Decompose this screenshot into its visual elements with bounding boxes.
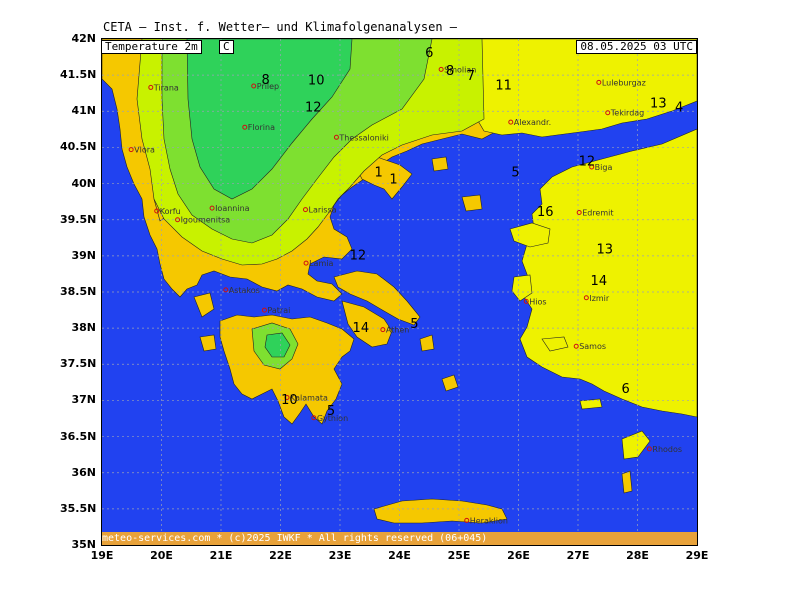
city-label: Thessaloniki <box>338 133 388 142</box>
longitude-tick-label: 20E <box>150 549 173 562</box>
copyright-footer: meteo-services.com * (c)2025 IWKF * All … <box>102 532 697 545</box>
contour-value-label: 14 <box>353 321 370 336</box>
contour-value-label: 5 <box>511 165 519 180</box>
city-label: Edremit <box>582 208 613 217</box>
city-label: Tekirdag <box>610 109 645 118</box>
contour-value-label: 1 <box>389 173 397 188</box>
longitude-tick-label: 19E <box>90 549 114 562</box>
contour-value-label: 14 <box>591 274 608 289</box>
latitude-tick-label: 41.5N <box>60 68 97 82</box>
city-label: Athen <box>386 326 410 335</box>
map-title: CETA — Inst. f. Wetter— und Klimafolgena… <box>103 20 458 34</box>
latitude-tick-label: 41N <box>71 104 96 118</box>
latitude-tick-label: 40.5N <box>60 140 97 154</box>
city-label: Hios <box>529 297 546 306</box>
contour-value-label: 8 <box>261 73 269 88</box>
contour-value-label: 12 <box>350 248 367 263</box>
contour-value-label: 5 <box>327 404 335 419</box>
city-label: Rhodos <box>652 445 682 454</box>
latitude-tick-label: 42N <box>71 32 96 45</box>
contour-value-label: 13 <box>650 97 667 112</box>
city-label: Lamia <box>309 259 333 268</box>
thasos-island <box>431 156 449 172</box>
city-label: Igoumenitsa <box>181 216 231 225</box>
karpathos-island <box>621 470 633 494</box>
longitude-tick-label: 28E <box>626 549 649 562</box>
longitude-tick-label: 25E <box>447 549 471 562</box>
city-label: Alexandr. <box>514 118 551 127</box>
city-label: Ioannina <box>215 204 250 213</box>
contour-value-label: 6 <box>621 382 629 397</box>
contour-value-label: 12 <box>579 155 596 170</box>
contour-value-label: 11 <box>495 79 512 94</box>
latitude-tick-label: 36.5N <box>60 429 97 443</box>
latitude-tick-label: 38.5N <box>60 285 97 298</box>
latitude-tick-label: 40N <box>71 176 96 190</box>
latitude-tick-label: 39.5N <box>60 212 97 226</box>
city-label: Korfu <box>160 207 181 216</box>
city-label: Biga <box>595 163 613 172</box>
variable-label: Temperature 2m <box>101 40 202 54</box>
contour-value-label: 8 <box>446 64 454 79</box>
contour-value-label: 12 <box>305 100 322 115</box>
contour-value-label: 13 <box>597 243 614 258</box>
latitude-tick-label: 37N <box>71 393 96 407</box>
latitude-tick-label: 38N <box>71 321 96 335</box>
latitude-tick-label: 37.5N <box>60 357 97 371</box>
longitude-tick-label: 22E <box>269 549 292 562</box>
city-label: Luleburgaz <box>602 78 646 87</box>
weather-map: TiranaVloraPrilepFlorinaSmolianThessalon… <box>102 39 697 545</box>
unit-label: C <box>219 40 234 54</box>
longitude-tick-label: 24E <box>388 549 411 562</box>
longitude-tick-label: 29E <box>685 549 709 562</box>
city-label: Izmir <box>589 294 610 303</box>
city-label: Florina <box>248 123 275 132</box>
contour-value-label: 10 <box>281 393 298 408</box>
latitude-tick-label: 35.5N <box>60 501 97 515</box>
contour-value-label: 4 <box>675 100 683 115</box>
latitude-tick-label: 39N <box>71 248 96 262</box>
map-info-bar: Temperature 2m C 08.05.2025 03 UTC <box>101 40 697 54</box>
longitude-tick-label: 23E <box>328 549 352 562</box>
contour-value-label: 16 <box>537 205 554 220</box>
longitude-tick-label: 21E <box>209 549 233 562</box>
contour-value-label: 7 <box>467 69 475 84</box>
datetime-label: 08.05.2025 03 UTC <box>576 40 697 54</box>
latitude-tick-label: 36N <box>71 465 96 479</box>
city-label: Tirana <box>153 83 179 92</box>
city-label: Astakos <box>229 286 260 295</box>
contour-value-label: 1 <box>375 165 383 180</box>
city-label: Heraklion <box>470 516 508 525</box>
map-panel: Tirana Vlora Prilep Florina Smolian Thessalon… <box>101 38 698 546</box>
longitude-tick-label: 27E <box>566 549 590 562</box>
contour-value-label: 10 <box>308 74 325 89</box>
longitude-tick-label: 26E <box>507 549 530 562</box>
contour-value-label: 5 <box>410 317 418 332</box>
city-label: Samos <box>579 342 606 351</box>
city-label: Larissa <box>308 206 336 215</box>
city-label: Patrai <box>267 306 290 315</box>
city-label: Vlora <box>134 146 155 155</box>
